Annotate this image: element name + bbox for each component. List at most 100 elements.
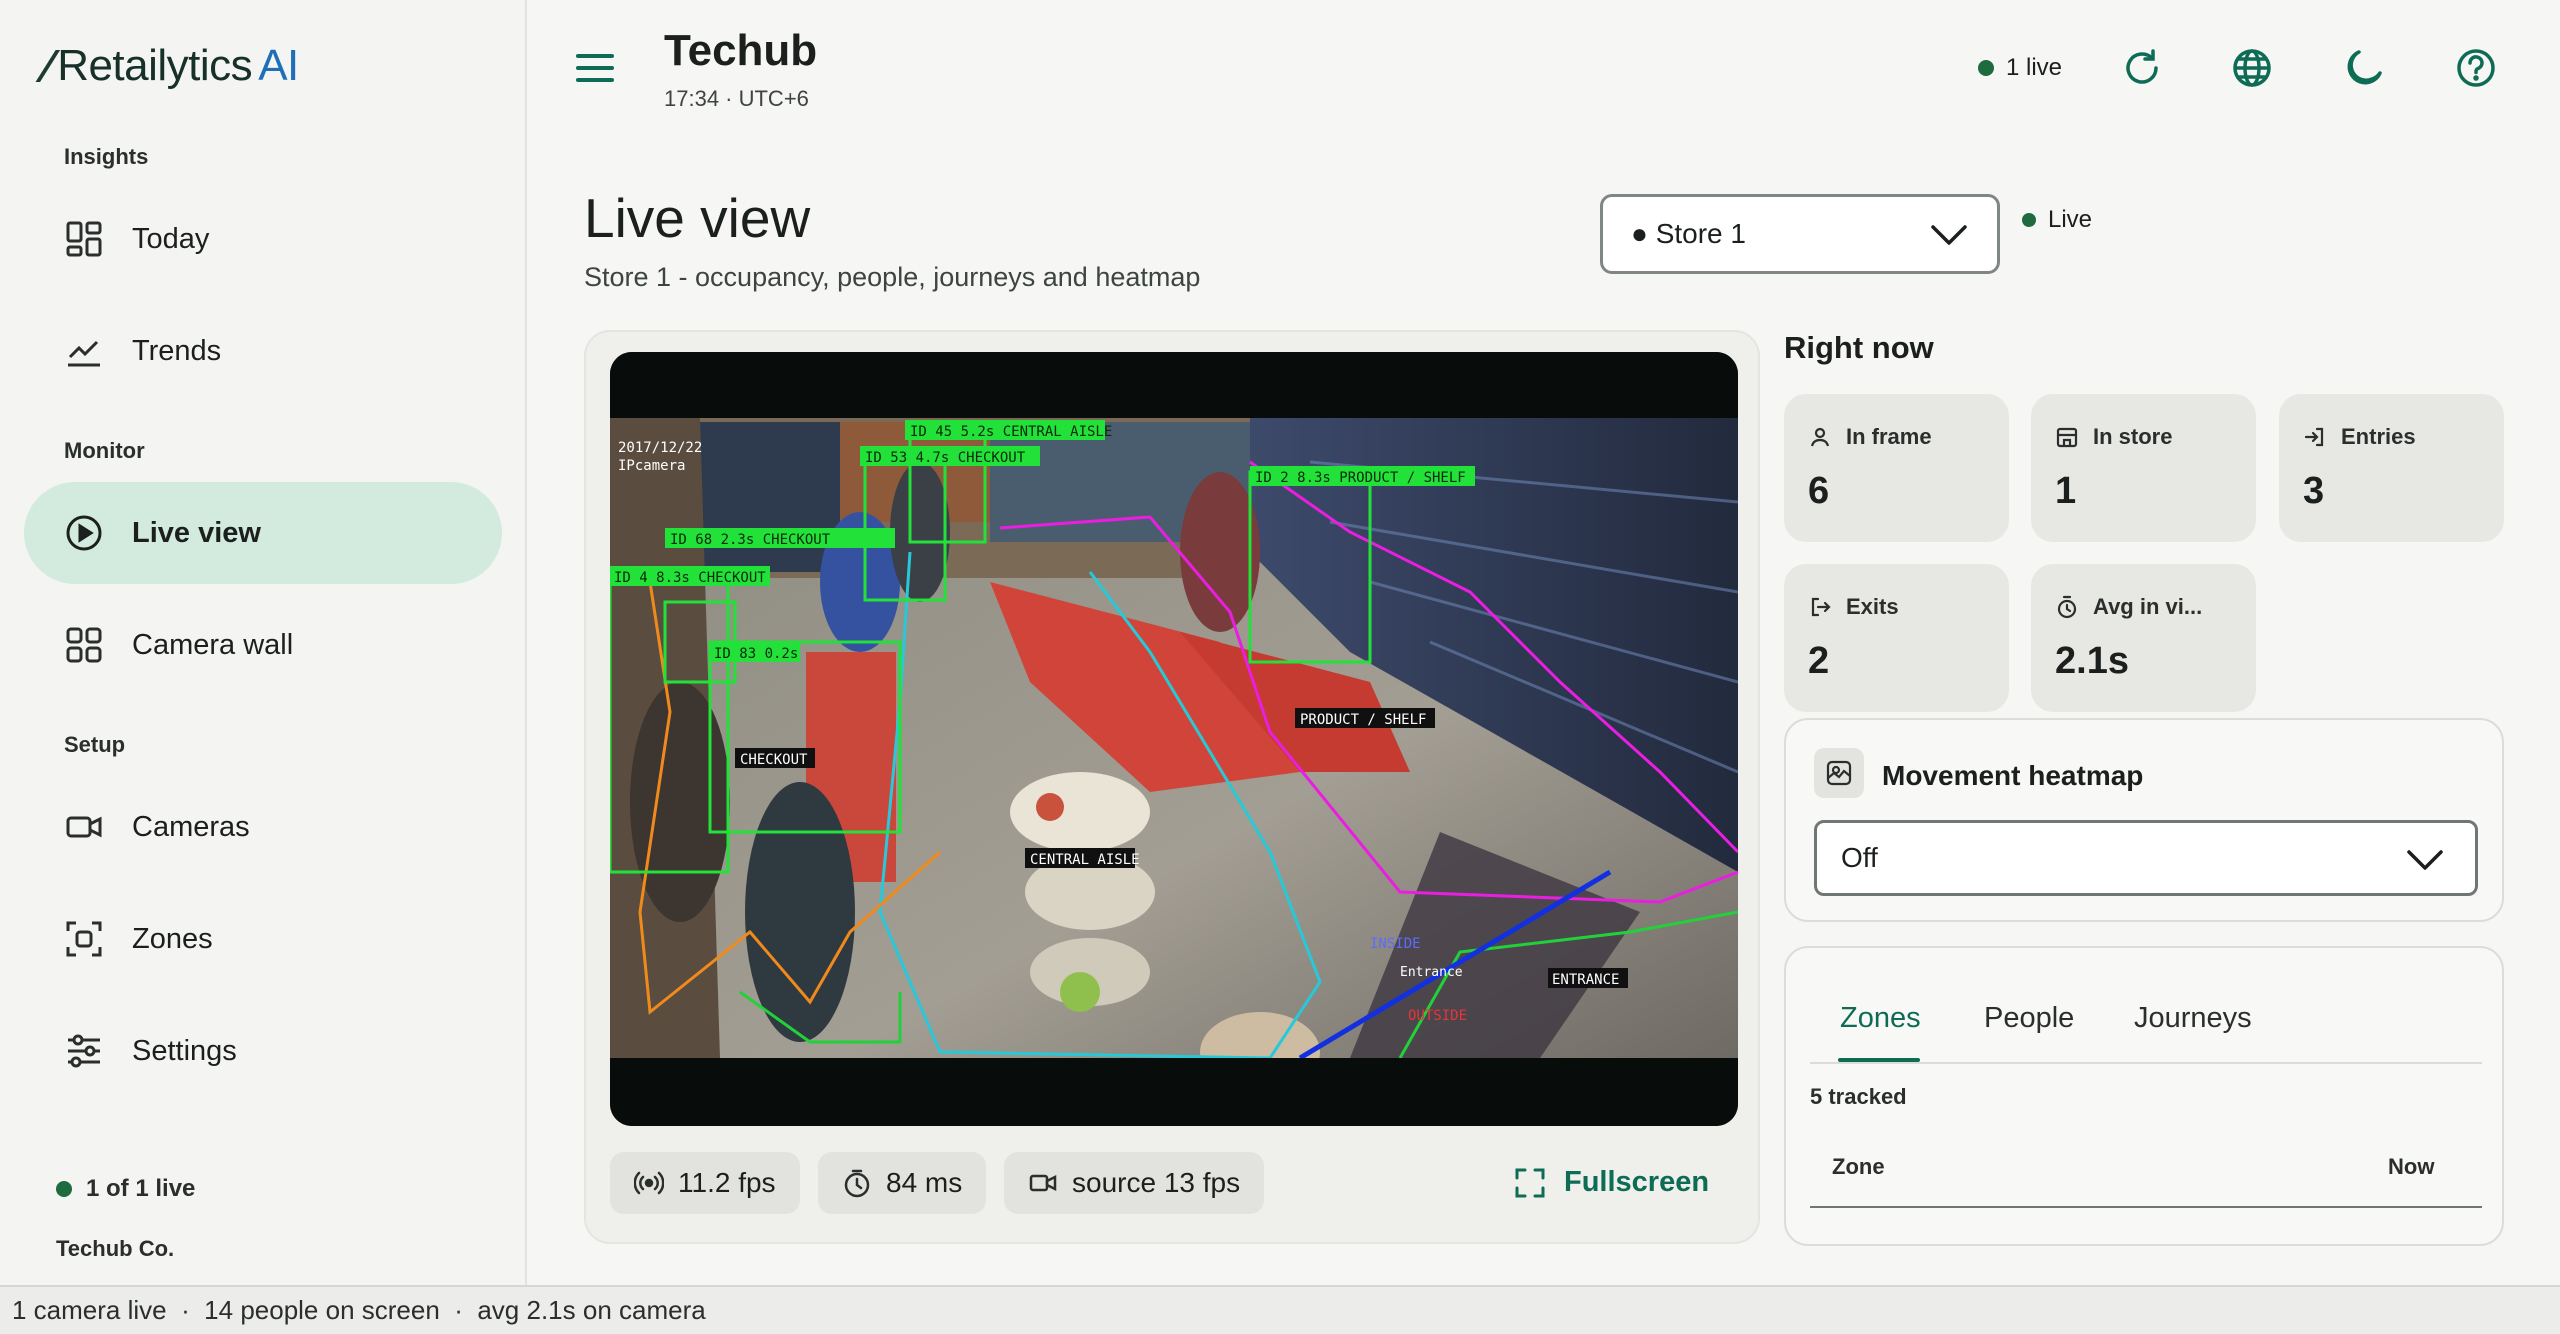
overlay-box-label: ID 68 2.3s CHECKOUT — [670, 532, 831, 548]
right-now-title: Right now — [1784, 330, 1934, 365]
heatmap-card: Movement heatmap Off — [1784, 718, 2504, 922]
stat-value: 6 — [1808, 470, 1830, 512]
section-setup: Setup — [64, 732, 126, 757]
status-bar: 1 camera live · 14 people on screen · av… — [0, 1285, 2560, 1334]
overlay-zone-label: CHECKOUT — [740, 752, 808, 768]
sidebar-item-camera-wall[interactable]: Camera wall — [24, 594, 502, 696]
page-subtitle: Store 1 - occupancy, people, journeys an… — [584, 262, 1201, 292]
tabs-card: Zones People Journeys 5 tracked Zone Now — [1784, 946, 2504, 1246]
moon-icon[interactable] — [2342, 46, 2386, 90]
sliders-icon — [64, 1031, 104, 1071]
latency-chip: 84 ms — [818, 1152, 987, 1214]
sidebar: ⁄ Retailytics AI Insights Today Trends M… — [0, 0, 527, 1285]
sidebar-item-live-view[interactable]: Live view — [24, 482, 502, 584]
store-select[interactable]: ● Store 1 — [1600, 194, 2000, 274]
fullscreen-label: Fullscreen — [1564, 1166, 1710, 1198]
exit-icon — [1811, 597, 1831, 617]
column-header-zone[interactable]: Zone — [1832, 1154, 1885, 1180]
enter-icon — [2304, 427, 2324, 447]
overlay-box-label: ID 2 8.3s PRODUCT / SHELF — [1255, 470, 1466, 486]
overlay-timestamp: 2017/12/22 — [618, 440, 702, 456]
camera-frame-image: 2017/12/22 IPcamera ID 45 5.2s CENTRAL A… — [610, 352, 1738, 1126]
stat-in-frame: In frame 6 — [1784, 394, 2009, 542]
menu-icon[interactable] — [574, 48, 616, 88]
overlay-box-label: ID 53 4.7s CHECKOUT — [865, 450, 1026, 466]
chevron-down-icon — [2407, 850, 2443, 870]
tabs-divider — [1810, 1062, 2482, 1064]
grid-icon — [64, 625, 104, 665]
live-dot-icon — [56, 1181, 72, 1197]
store-icon — [2056, 427, 2078, 448]
stat-label: Exits — [1846, 594, 1899, 619]
sidebar-item-label: Cameras — [132, 810, 250, 843]
overlay-entrance-label: Entrance — [1400, 965, 1463, 980]
header-title: Techub — [664, 26, 818, 75]
store-select-value: ● Store 1 — [1631, 218, 1746, 249]
stat-label: Entries — [2341, 424, 2416, 449]
stat-avg-in-view: Avg in vi... 2.1s — [2031, 564, 2256, 712]
refresh-icon[interactable] — [2120, 46, 2164, 90]
stat-value: 2.1s — [2055, 640, 2129, 682]
header-live-text: 1 live — [2006, 54, 2063, 81]
status-bar-text: 1 camera live · 14 people on screen · av… — [12, 1295, 706, 1325]
latency-value: 84 ms — [886, 1167, 963, 1198]
stat-value: 2 — [1808, 640, 1830, 682]
sidebar-item-zones[interactable]: Zones — [24, 888, 502, 990]
stat-label: In frame — [1846, 424, 1932, 449]
sidebar-item-settings[interactable]: Settings — [24, 1000, 502, 1102]
brand-suffix: AI — [258, 41, 299, 90]
fullscreen-button[interactable]: Fullscreen — [1514, 1166, 1709, 1199]
fullscreen-icon — [1515, 1168, 1545, 1197]
sidebar-item-label: Camera wall — [132, 628, 294, 661]
heatmap-icon — [1814, 748, 1864, 798]
overlay-zone-label: PRODUCT / SHELF — [1300, 712, 1426, 728]
tab-people[interactable]: People — [1984, 1002, 2074, 1035]
video-camera-icon — [64, 807, 104, 847]
header-subtitle: 17:34 · UTC+6 — [664, 86, 809, 111]
store-live-text: Live — [2048, 206, 2093, 233]
tab-zones[interactable]: Zones — [1840, 1002, 1921, 1035]
company-name: Techub Co. — [56, 1236, 175, 1261]
stat-in-store: In store 1 — [2031, 394, 2256, 542]
sidebar-live-status: 1 of 1 live — [56, 1175, 195, 1203]
stat-value: 3 — [2303, 470, 2325, 512]
fps-chip: 11.2 fps — [610, 1152, 800, 1214]
broadcast-icon — [634, 1171, 664, 1195]
fps-value: 11.2 fps — [678, 1167, 776, 1198]
brand-logo[interactable]: ⁄ Retailytics AI — [44, 36, 299, 96]
heatmap-select-value: Off — [1841, 842, 1878, 873]
zone-focus-icon — [64, 919, 104, 959]
source-fps-value: source 13 fps — [1072, 1167, 1241, 1198]
stat-label: In store — [2093, 424, 2173, 449]
stat-value: 1 — [2055, 470, 2077, 512]
stopwatch-icon — [2057, 595, 2077, 619]
stat-entries: Entries 3 — [2279, 394, 2504, 542]
source-fps-chip: source 13 fps — [1004, 1152, 1265, 1214]
store-live-status: Live — [2022, 206, 2092, 234]
overlay-zone-label: ENTRANCE — [1552, 972, 1619, 988]
heatmap-select[interactable]: Off — [1814, 820, 2478, 896]
overlay-box-label: ID 45 5.2s CENTRAL AISLE — [910, 424, 1112, 440]
overlay-outside-label: OUTSIDE — [1408, 1008, 1467, 1024]
help-icon[interactable] — [2454, 46, 2498, 90]
overlay-box-label: ID 83 0.2s — [714, 646, 798, 662]
section-monitor: Monitor — [64, 438, 145, 463]
sidebar-item-cameras[interactable]: Cameras — [24, 776, 502, 878]
video-card: 2017/12/22 IPcamera ID 45 5.2s CENTRAL A… — [584, 330, 1760, 1244]
sidebar-live-text: 1 of 1 live — [86, 1175, 196, 1202]
tab-journeys[interactable]: Journeys — [2134, 1002, 2252, 1035]
video-feed[interactable]: 2017/12/22 IPcamera ID 45 5.2s CENTRAL A… — [610, 352, 1738, 1126]
sidebar-item-trends[interactable]: Trends — [24, 300, 502, 402]
sidebar-item-label: Settings — [132, 1034, 237, 1067]
play-circle-icon — [64, 513, 104, 553]
overlay-inside-label: INSIDE — [1370, 936, 1421, 952]
column-header-now[interactable]: Now — [2388, 1154, 2434, 1180]
stat-exits: Exits 2 — [1784, 564, 2009, 712]
globe-icon[interactable] — [2230, 46, 2274, 90]
live-dot-icon — [2022, 213, 2036, 227]
overlay-camera-name: IPcamera — [618, 458, 685, 474]
sidebar-item-today[interactable]: Today — [24, 188, 502, 290]
sidebar-item-label: Zones — [132, 922, 213, 955]
person-icon — [1810, 427, 1830, 447]
brand-mark-icon: ⁄ — [44, 40, 52, 92]
